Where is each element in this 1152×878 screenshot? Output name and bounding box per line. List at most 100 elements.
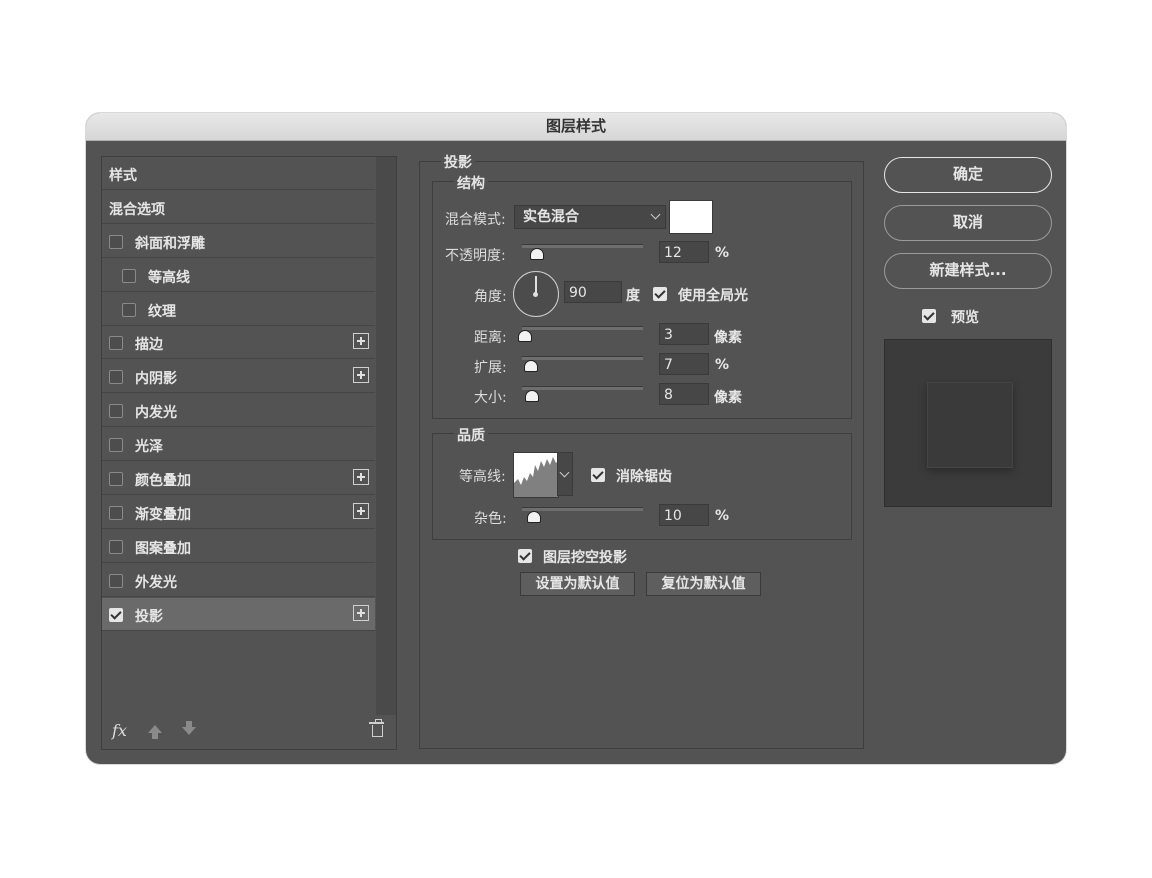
inner-shadow-checkbox[interactable] xyxy=(109,370,123,384)
layer-style-dialog: 图层样式 样式 混合选项 斜面和浮雕 等高线 纹理 描边 内阴影 内发光 光泽 … xyxy=(86,113,1066,764)
list-item-styles[interactable]: 样式 xyxy=(102,157,375,190)
list-item-label: 样式 xyxy=(109,168,137,184)
opacity-unit: % xyxy=(715,245,730,261)
outer-glow-checkbox[interactable] xyxy=(109,574,123,588)
list-item-label: 渐变叠加 xyxy=(135,507,191,523)
global-light-checkbox[interactable] xyxy=(653,287,667,301)
list-item-label: 外发光 xyxy=(135,575,177,591)
distance-label: 距离: xyxy=(474,330,507,346)
inner-glow-checkbox[interactable] xyxy=(109,404,123,418)
structure-title: 结构 xyxy=(454,173,488,193)
list-item-label: 投影 xyxy=(135,609,163,625)
add-color-overlay-icon[interactable] xyxy=(353,469,369,485)
make-default-button[interactable]: 设置为默认值 xyxy=(520,572,635,596)
list-item-label: 光泽 xyxy=(135,439,163,455)
list-item-outer-glow[interactable]: 外发光 xyxy=(102,564,375,597)
list-item-gradient-overlay[interactable]: 渐变叠加 xyxy=(102,496,375,529)
contour-checkbox[interactable] xyxy=(122,269,136,283)
blend-mode-value: 实色混合 xyxy=(523,209,579,225)
knockout-label: 图层挖空投影 xyxy=(543,550,627,566)
list-item-label: 等高线 xyxy=(148,270,190,286)
list-item-drop-shadow[interactable]: 投影 xyxy=(102,598,375,631)
fx-icon[interactable]: fx xyxy=(112,721,127,740)
spread-unit: % xyxy=(715,357,730,373)
drop-shadow-title: 投影 xyxy=(441,152,475,172)
add-stroke-icon[interactable] xyxy=(353,333,369,349)
satin-checkbox[interactable] xyxy=(109,438,123,452)
list-item-label: 描边 xyxy=(135,337,163,353)
add-inner-shadow-icon[interactable] xyxy=(353,367,369,383)
list-item-contour[interactable]: 等高线 xyxy=(102,259,375,292)
distance-slider-track[interactable] xyxy=(522,326,643,330)
size-input[interactable]: 8 xyxy=(659,383,709,405)
list-item-label: 混合选项 xyxy=(109,202,165,218)
new-style-button[interactable]: 新建样式... xyxy=(884,253,1052,289)
list-item-pattern-overlay[interactable]: 图案叠加 xyxy=(102,530,375,563)
opacity-slider-track[interactable] xyxy=(522,244,643,248)
blend-mode-select[interactable]: 实色混合 xyxy=(514,205,666,229)
size-slider-track[interactable] xyxy=(522,386,643,390)
bevel-emboss-checkbox[interactable] xyxy=(109,235,123,249)
noise-slider-track[interactable] xyxy=(522,507,643,511)
list-item-stroke[interactable]: 描边 xyxy=(102,326,375,359)
contour-preview[interactable] xyxy=(513,452,559,498)
drop-shadow-checkbox[interactable] xyxy=(109,608,123,622)
angle-dial[interactable] xyxy=(513,271,559,317)
preview-label: 预览 xyxy=(951,310,979,326)
shadow-color-swatch[interactable] xyxy=(669,200,713,234)
move-up-icon[interactable] xyxy=(148,725,162,739)
list-item-texture[interactable]: 纹理 xyxy=(102,293,375,326)
quality-title: 品质 xyxy=(454,425,488,445)
spread-slider-track[interactable] xyxy=(522,356,643,360)
chevron-down-icon xyxy=(650,209,661,220)
opacity-input[interactable]: 12 xyxy=(659,241,709,263)
blend-mode-label: 混合模式: xyxy=(445,212,506,228)
style-preview-swatch xyxy=(927,382,1013,468)
add-gradient-overlay-icon[interactable] xyxy=(353,503,369,519)
list-item-label: 内阴影 xyxy=(135,371,177,387)
cancel-button[interactable]: 取消 xyxy=(884,205,1052,241)
pattern-overlay-checkbox[interactable] xyxy=(109,540,123,554)
spread-label: 扩展: xyxy=(474,360,507,376)
angle-input[interactable]: 90 xyxy=(564,281,622,303)
style-preview xyxy=(884,339,1052,507)
size-label: 大小: xyxy=(474,390,507,406)
distance-input[interactable]: 3 xyxy=(659,323,709,345)
anti-alias-checkbox[interactable] xyxy=(591,468,605,482)
texture-checkbox[interactable] xyxy=(122,303,136,317)
angle-unit: 度 xyxy=(626,288,640,304)
styles-list-scrollbar[interactable] xyxy=(376,157,396,715)
list-item-inner-glow[interactable]: 内发光 xyxy=(102,394,375,427)
global-light-label: 使用全局光 xyxy=(678,288,748,304)
color-overlay-checkbox[interactable] xyxy=(109,472,123,486)
trash-icon[interactable] xyxy=(369,719,384,737)
spread-input[interactable]: 7 xyxy=(659,353,709,375)
contour-label: 等高线: xyxy=(459,469,506,485)
list-item-bevel-emboss[interactable]: 斜面和浮雕 xyxy=(102,225,375,258)
opacity-label: 不透明度: xyxy=(445,248,506,264)
reset-default-button[interactable]: 复位为默认值 xyxy=(646,572,761,596)
ok-button[interactable]: 确定 xyxy=(884,157,1052,193)
noise-unit: % xyxy=(715,508,730,524)
stroke-checkbox[interactable] xyxy=(109,336,123,350)
size-unit: 像素 xyxy=(714,390,742,406)
anti-alias-label: 消除锯齿 xyxy=(616,469,672,485)
list-item-color-overlay[interactable]: 颜色叠加 xyxy=(102,462,375,495)
list-item-label: 纹理 xyxy=(148,304,176,320)
chevron-down-icon xyxy=(559,467,570,478)
list-item-satin[interactable]: 光泽 xyxy=(102,428,375,461)
add-drop-shadow-icon[interactable] xyxy=(353,605,369,621)
move-down-icon[interactable] xyxy=(182,721,196,735)
gradient-overlay-checkbox[interactable] xyxy=(109,506,123,520)
contour-dropdown[interactable] xyxy=(557,452,573,496)
knockout-checkbox[interactable] xyxy=(518,549,532,563)
angle-label: 角度: xyxy=(474,289,507,305)
noise-label: 杂色: xyxy=(474,511,507,527)
styles-list: 样式 混合选项 斜面和浮雕 等高线 纹理 描边 内阴影 内发光 光泽 颜色叠加 … xyxy=(101,156,397,750)
list-item-label: 内发光 xyxy=(135,405,177,421)
list-item-blending-options[interactable]: 混合选项 xyxy=(102,191,375,224)
preview-checkbox[interactable] xyxy=(922,309,936,323)
list-item-label: 图案叠加 xyxy=(135,541,191,557)
noise-input[interactable]: 10 xyxy=(659,504,709,526)
list-item-inner-shadow[interactable]: 内阴影 xyxy=(102,360,375,393)
